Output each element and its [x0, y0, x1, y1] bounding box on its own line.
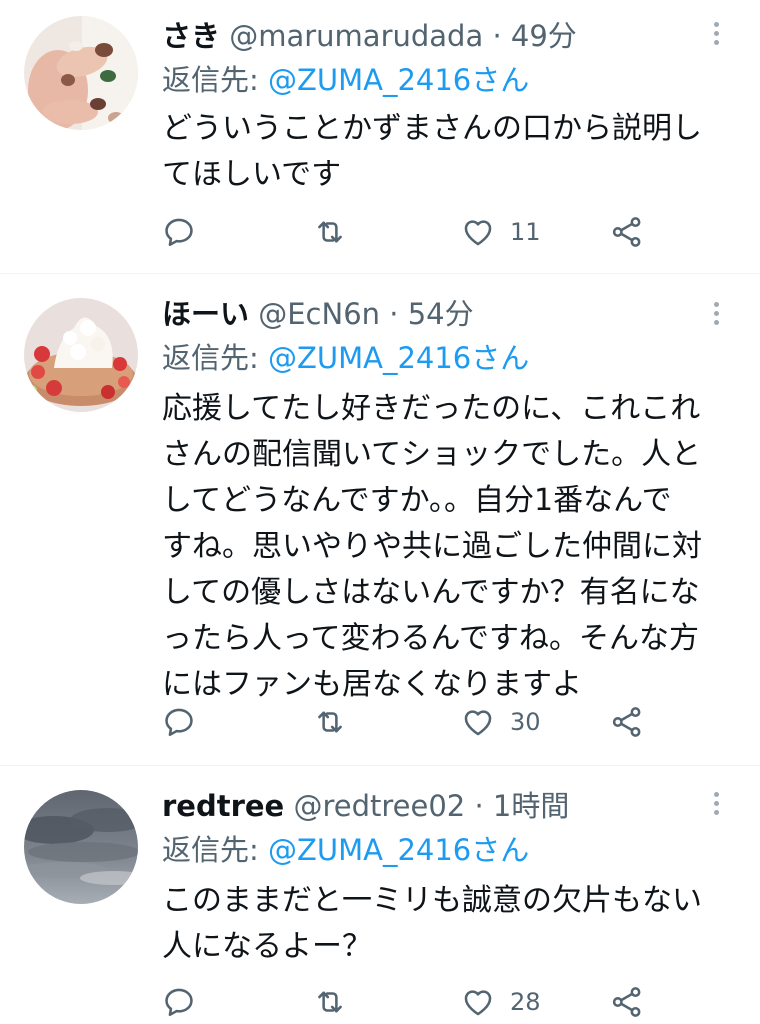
- tweet-1[interactable]: さき @marumarudada · 49分 返信先: @ZUMA_2416さん…: [0, 0, 760, 272]
- reply-icon: [165, 988, 193, 1017]
- heart-icon: [464, 710, 492, 736]
- retweet-icon: [318, 711, 342, 733]
- like-count: 11: [510, 218, 541, 246]
- share-icon: [612, 707, 641, 737]
- tweet-text: このままだと一ミリも誠意の欠片もない 人になるよー？: [162, 878, 752, 970]
- tweet-text-line: さんの配信聞いてショックでした。人と: [162, 437, 702, 472]
- tweet-header: redtree @redtree02 · 1時間: [162, 786, 569, 826]
- retweet-button[interactable]: [312, 980, 348, 1024]
- display-name[interactable]: ほーい: [162, 297, 249, 331]
- like-button[interactable]: 28: [460, 980, 541, 1024]
- more-vertical-icon[interactable]: [706, 294, 726, 334]
- display-name[interactable]: さき: [162, 19, 220, 53]
- like-count: 30: [510, 708, 541, 736]
- reply-button[interactable]: [162, 980, 196, 1024]
- tweet-text-line: てほしいです: [162, 157, 342, 192]
- share-icon: [612, 217, 641, 247]
- timestamp[interactable]: 54分: [408, 297, 474, 331]
- heart-icon: [464, 220, 492, 246]
- share-button[interactable]: [610, 700, 644, 744]
- reply-label: 返信先:: [162, 341, 268, 375]
- tweet-header: さき @marumarudada · 49分: [162, 16, 577, 56]
- like-button[interactable]: 11: [460, 210, 541, 254]
- separator-dot: ·: [474, 789, 484, 823]
- timestamp[interactable]: 49分: [511, 19, 577, 53]
- reply-context: 返信先: @ZUMA_2416さん: [162, 338, 529, 378]
- like-button[interactable]: 30: [460, 700, 541, 744]
- action-bar: 28: [162, 980, 722, 1024]
- reply-icon: [165, 218, 193, 247]
- tweet-text-line: しての優しさはないんですか？有名にな: [162, 575, 700, 610]
- tweet-3[interactable]: redtree @redtree02 · 1時間 返信先: @ZUMA_2416…: [0, 766, 760, 1024]
- tweet-text-line: ったら人って変わるんですね。そんな方: [162, 621, 699, 656]
- action-bar: 11: [162, 210, 722, 254]
- avatar[interactable]: [24, 16, 138, 130]
- share-icon: [612, 987, 641, 1017]
- retweet-icon: [318, 991, 342, 1013]
- reply-icon: [165, 708, 193, 737]
- reply-button[interactable]: [162, 210, 196, 254]
- separator-dot: ·: [389, 297, 399, 331]
- reply-label: 返信先:: [162, 833, 268, 867]
- display-name[interactable]: redtree: [162, 789, 284, 823]
- reply-button[interactable]: [162, 700, 196, 744]
- like-count: 28: [510, 988, 541, 1016]
- tweet-text-line: どういうことかずまさんの口から説明し: [162, 111, 702, 146]
- tweet-text-line: してどうなんですか。。自分1番なんで: [162, 483, 672, 518]
- reply-label: 返信先:: [162, 63, 268, 97]
- tweet-text-line: 応援してたし好きだったのに、これこれ: [162, 391, 701, 426]
- reply-to-link[interactable]: @ZUMA_2416さん: [268, 341, 529, 375]
- retweet-button[interactable]: [312, 700, 348, 744]
- user-handle[interactable]: @marumarudada: [229, 19, 483, 53]
- retweet-icon: [318, 221, 342, 243]
- user-handle[interactable]: @redtree02: [293, 789, 465, 823]
- tweet-text: 応援してたし好きだったのに、これこれ さんの配信聞いてショックでした。人と して…: [162, 386, 752, 708]
- timestamp[interactable]: 1時間: [493, 789, 569, 823]
- share-button[interactable]: [610, 210, 644, 254]
- tweet-2[interactable]: ほーい @EcN6n · 54分 返信先: @ZUMA_2416さん 応援してた…: [0, 274, 760, 764]
- more-vertical-icon[interactable]: [706, 14, 726, 54]
- separator-dot: ·: [492, 19, 502, 53]
- share-button[interactable]: [610, 980, 644, 1024]
- action-bar: 30: [162, 700, 722, 744]
- tweet-header: ほーい @EcN6n · 54分: [162, 294, 474, 334]
- reply-to-link[interactable]: @ZUMA_2416さん: [268, 63, 529, 97]
- tweet-text: どういうことかずまさんの口から説明し てほしいです: [162, 106, 752, 198]
- user-handle[interactable]: @EcN6n: [258, 297, 380, 331]
- reply-to-link[interactable]: @ZUMA_2416さん: [268, 833, 529, 867]
- reply-context: 返信先: @ZUMA_2416さん: [162, 60, 529, 100]
- tweet-text-line: すね。思いやりや共に過ごした仲間に対: [162, 529, 702, 564]
- reply-context: 返信先: @ZUMA_2416さん: [162, 830, 529, 870]
- more-vertical-icon[interactable]: [706, 784, 726, 824]
- retweet-button[interactable]: [312, 210, 348, 254]
- tweet-text-line: 人になるよー？: [162, 929, 372, 964]
- avatar[interactable]: [24, 298, 138, 412]
- avatar[interactable]: [24, 790, 138, 904]
- heart-icon: [464, 990, 492, 1016]
- tweet-text-line: このままだと一ミリも誠意の欠片もない: [162, 883, 702, 918]
